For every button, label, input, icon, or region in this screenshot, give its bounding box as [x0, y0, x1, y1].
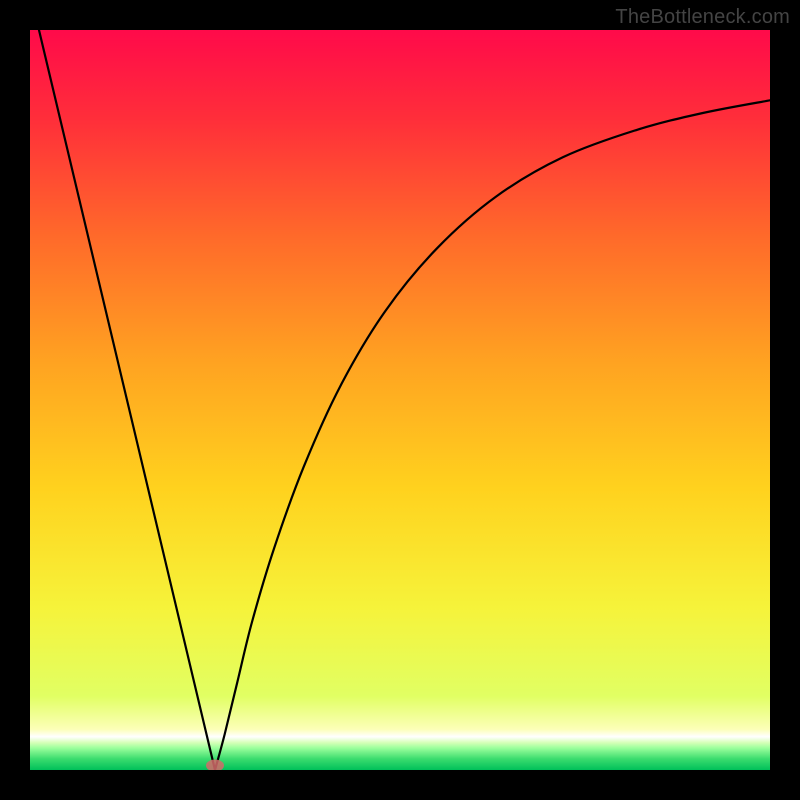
chart-frame: TheBottleneck.com — [0, 0, 800, 800]
plot-area — [30, 30, 770, 770]
gradient-background — [30, 30, 770, 770]
attribution-label: TheBottleneck.com — [615, 6, 790, 29]
bottleneck-chart — [30, 30, 770, 770]
